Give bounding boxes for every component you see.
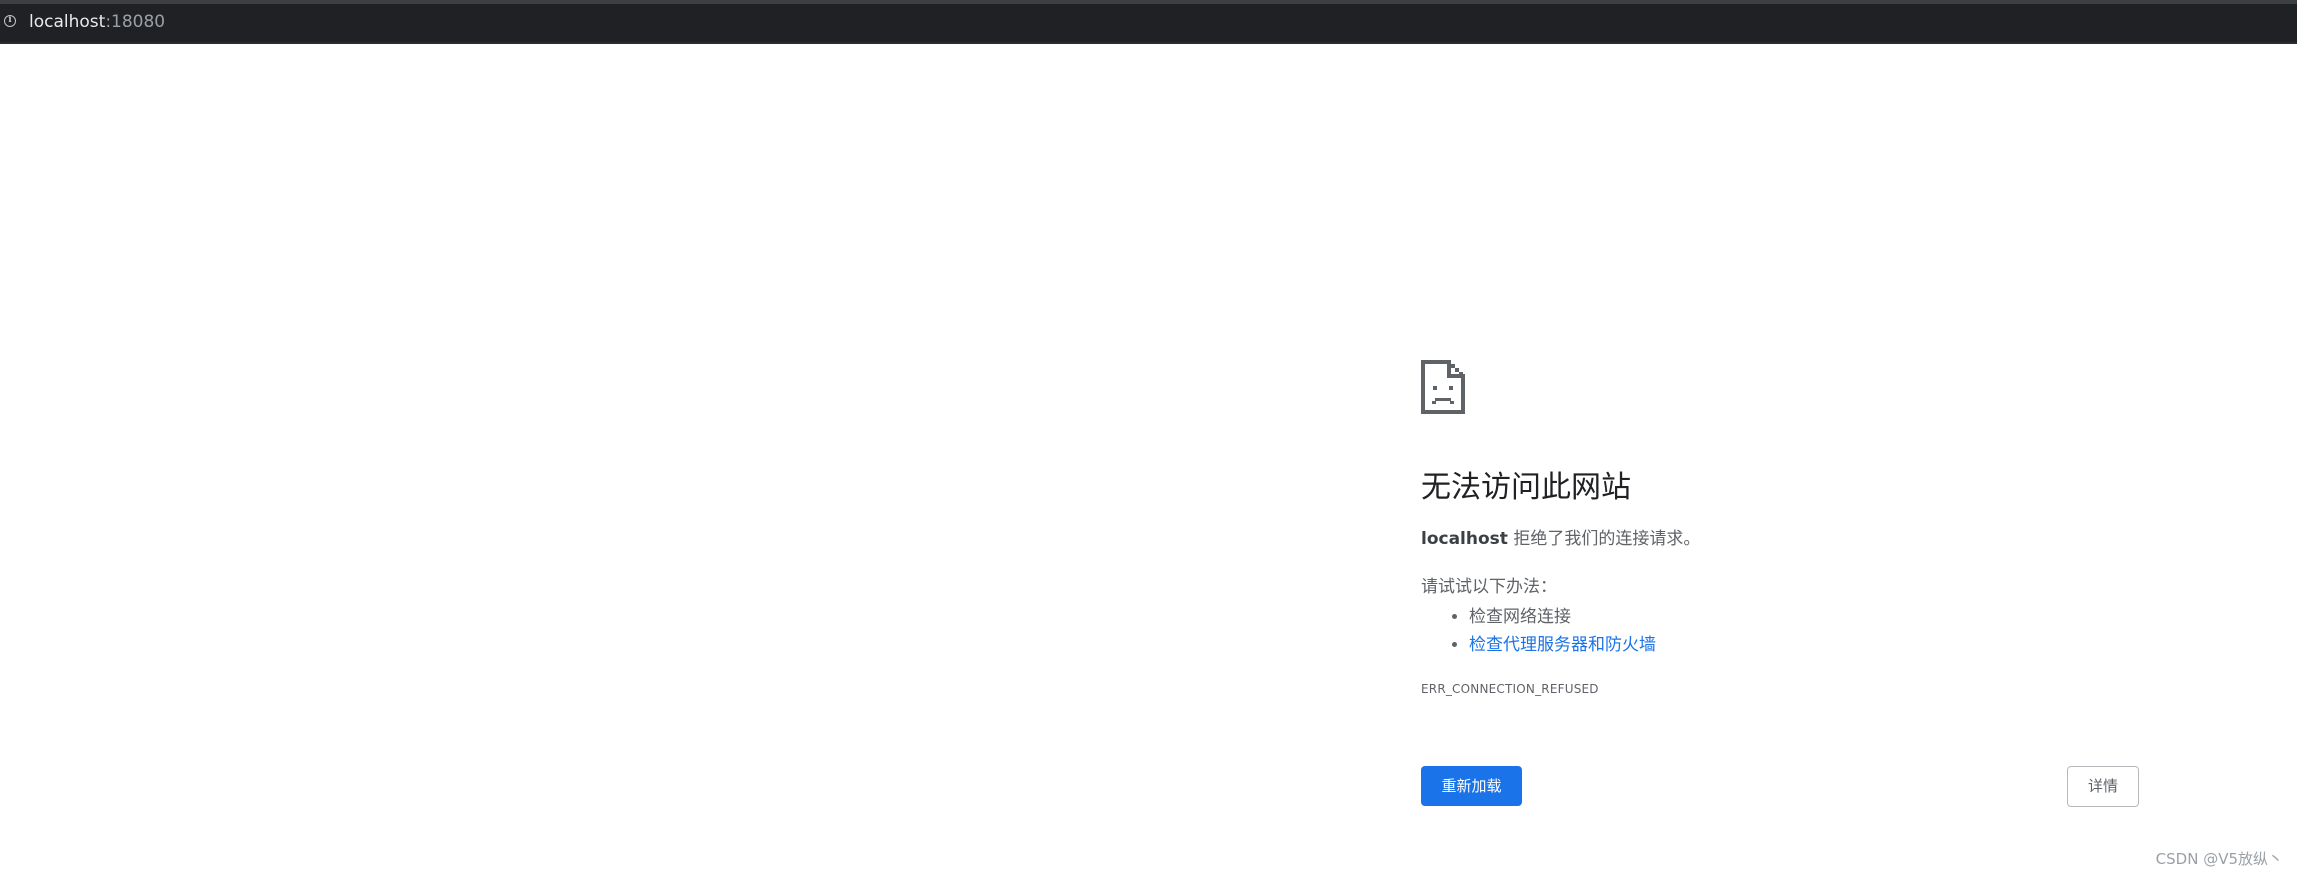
url-host: localhost [29, 12, 106, 32]
error-host: localhost [1421, 529, 1508, 549]
suggestions-list: 检查网络连接 检查代理服务器和防火墙 [1421, 603, 1656, 659]
url-text[interactable]: localhost:18080 [29, 11, 165, 33]
sad-document-icon [1421, 360, 1465, 414]
address-bar[interactable]: i localhost:18080 [0, 0, 2297, 44]
info-circle-icon[interactable]: i [4, 15, 16, 27]
suggestion-check-proxy-link[interactable]: 检查代理服务器和防火墙 [1469, 635, 1656, 655]
error-code: ERR_CONNECTION_REFUSED [1421, 682, 1599, 696]
watermark: CSDN @V5放纵丶 [2155, 850, 2283, 868]
error-title: 无法访问此网站 [1421, 470, 1631, 505]
details-button[interactable]: 详情 [2067, 766, 2139, 807]
suggestion-item: 检查网络连接 [1469, 603, 1656, 631]
browser-frame-edge [0, 0, 2297, 4]
suggestions-heading: 请试试以下办法： [1421, 577, 1557, 597]
suggestion-item: 检查代理服务器和防火墙 [1469, 631, 1656, 659]
url-port: :18080 [105, 12, 166, 32]
reload-button[interactable]: 重新加载 [1421, 766, 1522, 806]
suggestion-check-network: 检查网络连接 [1469, 607, 1571, 627]
error-description: localhost 拒绝了我们的连接请求。 [1421, 527, 1700, 551]
error-description-rest: 拒绝了我们的连接请求。 [1507, 529, 1701, 549]
